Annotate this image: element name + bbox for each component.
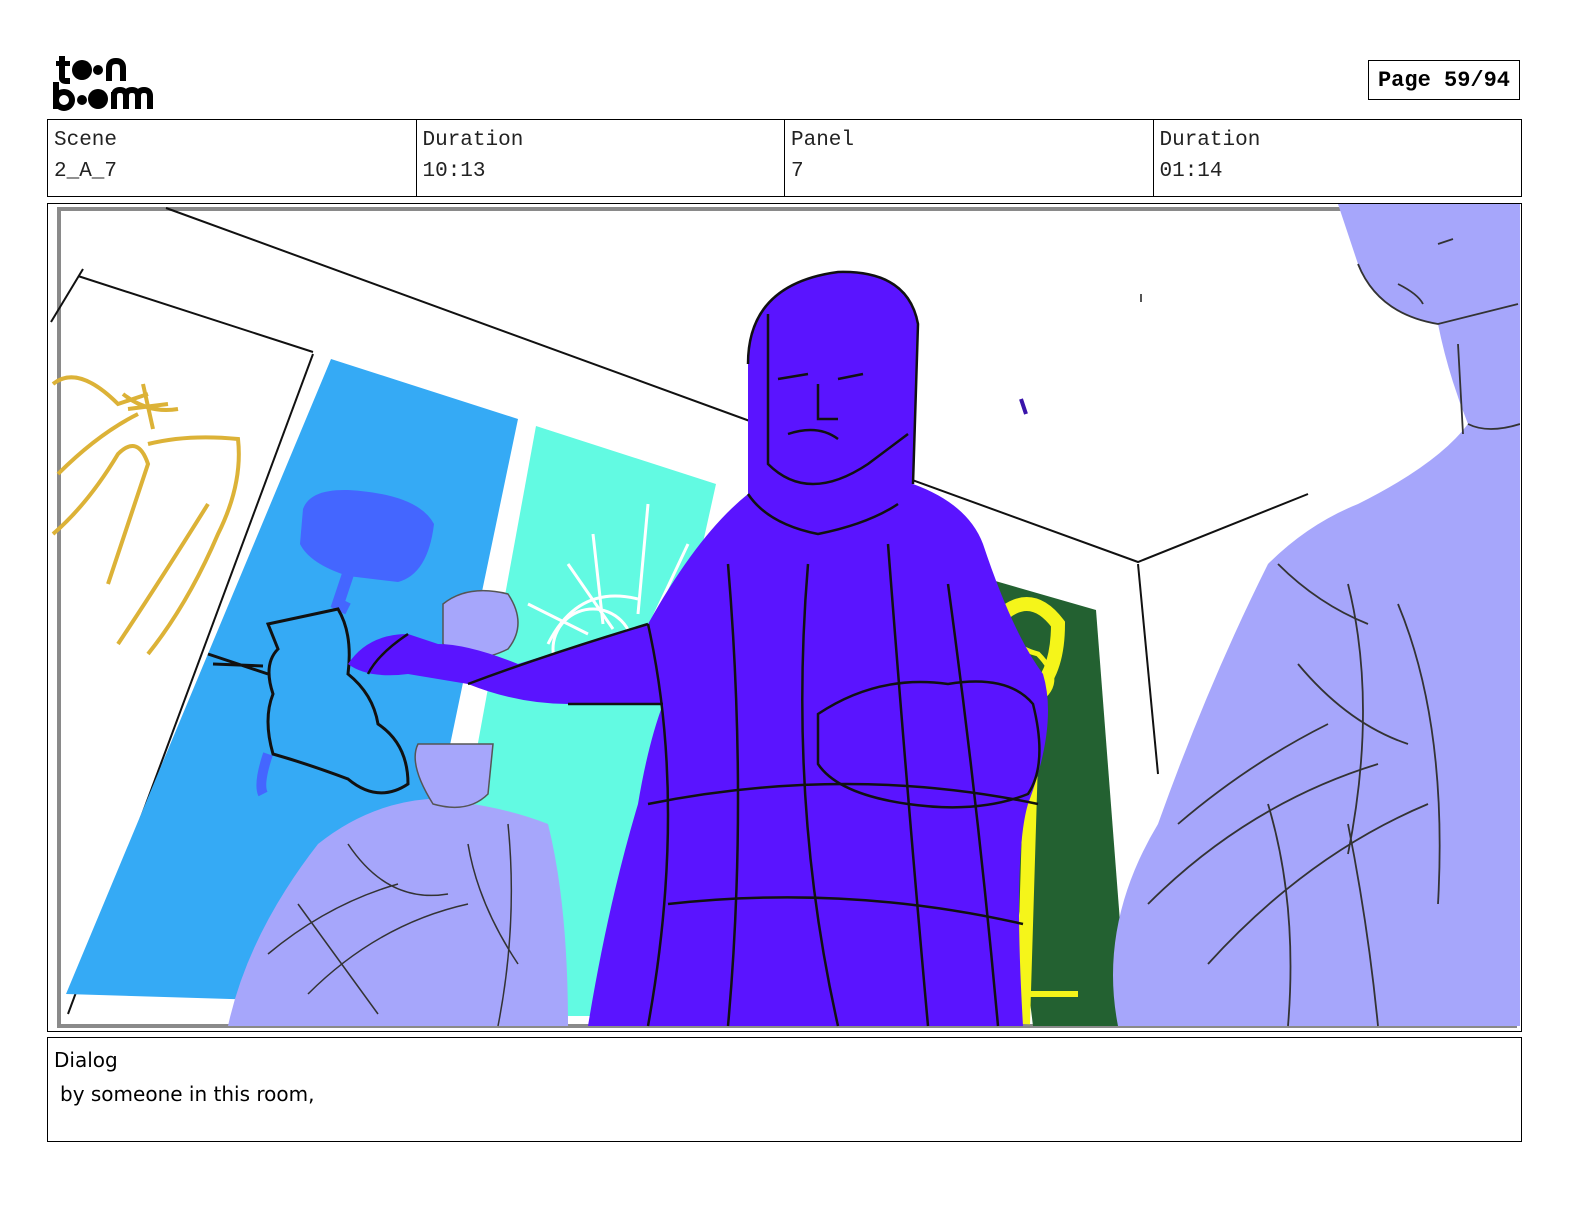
panel-artwork: [48, 204, 1520, 1030]
dialog-box: Dialog by someone in this room,: [47, 1037, 1522, 1142]
panel-duration-cell: Duration 01:14: [1154, 120, 1522, 196]
dialog-text: by someone in this room,: [60, 1082, 315, 1106]
panel-duration-value: 01:14: [1159, 160, 1223, 183]
panel-label: Panel: [791, 129, 855, 152]
scene-duration-cell: Duration 10:13: [417, 120, 785, 196]
scene-label: Scene: [54, 129, 118, 152]
scene-duration-value: 10:13: [422, 160, 486, 183]
scene-cell: Scene 2_A_7: [48, 120, 417, 196]
panel-duration-label: Duration: [1159, 129, 1261, 152]
dialog-label: Dialog: [54, 1048, 118, 1072]
scene-info-table: Scene 2_A_7 Duration 10:13 Panel 7 Durat…: [47, 119, 1522, 197]
storyboard-panel: [47, 203, 1522, 1032]
scene-value: 2_A_7: [54, 160, 118, 183]
panel-cell: Panel 7: [785, 120, 1154, 196]
toon-boom-logo: [53, 56, 153, 111]
page-number: Page 59/94: [1368, 60, 1520, 100]
scene-duration-label: Duration: [422, 129, 524, 152]
panel-value: 7: [791, 160, 804, 183]
